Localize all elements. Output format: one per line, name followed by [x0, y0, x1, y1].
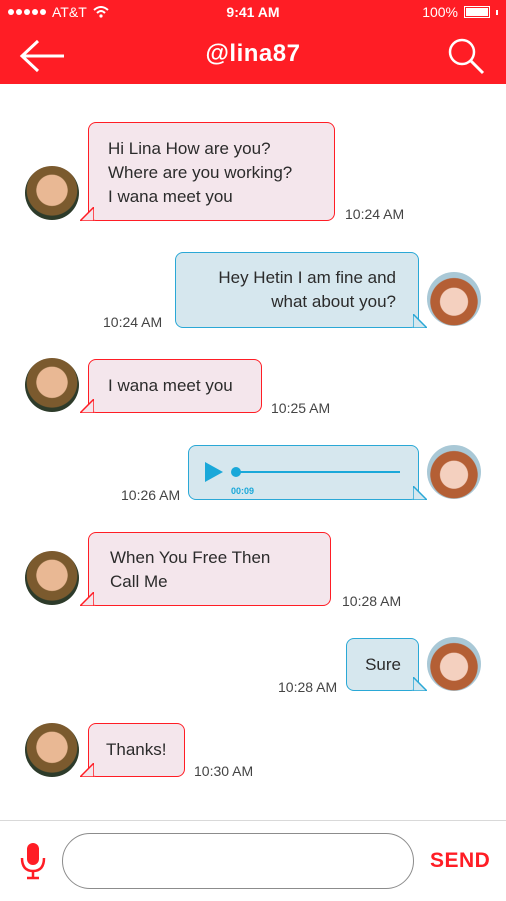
message-text: I wana meet you: [108, 187, 233, 206]
message-text: I wana meet you: [108, 376, 233, 395]
message-bubble-outgoing[interactable]: Hey Hetin I am fine and what about you?: [175, 252, 427, 328]
message-time: 10:30 AM: [194, 763, 254, 779]
message-time: 10:28 AM: [278, 679, 338, 695]
message-text: Call Me: [110, 572, 168, 591]
chat-thread: Hi Lina How are you? Where are you worki…: [0, 84, 506, 820]
voice-duration: 00:09: [231, 486, 255, 496]
bubble-tail: [80, 207, 94, 221]
message-time: 10:25 AM: [271, 400, 331, 416]
avatar-lina[interactable]: [427, 637, 481, 691]
voice-progress-knob[interactable]: [231, 467, 241, 477]
avatar-hetin[interactable]: [25, 551, 79, 605]
message-bubble-outgoing[interactable]: Sure: [346, 638, 427, 691]
message-time: 10:26 AM: [121, 487, 181, 503]
message-input[interactable]: [62, 833, 414, 889]
avatar-lina[interactable]: [427, 272, 481, 326]
message-bubble-incoming[interactable]: When You Free Then Call Me: [80, 532, 331, 606]
message-text: Hey Hetin I am fine and: [218, 268, 396, 287]
search-icon[interactable]: [446, 36, 486, 76]
message-bubble-incoming[interactable]: Thanks!: [80, 723, 185, 777]
message-time: 10:24 AM: [345, 206, 405, 222]
battery-tip: [496, 9, 498, 15]
battery-percent: 100%: [422, 4, 458, 20]
app-header: AT&T 9:41 AM 100% @lina87: [0, 0, 506, 84]
page-title: @lina87: [205, 40, 301, 67]
bubble-tail: [413, 677, 427, 691]
battery-icon: [464, 6, 490, 18]
message-text: Thanks!: [106, 740, 167, 759]
message-bubble-incoming[interactable]: I wana meet you: [80, 359, 262, 413]
voice-message-bubble[interactable]: 00:09: [188, 445, 427, 500]
bubble-tail: [80, 592, 94, 606]
microphone-icon[interactable]: [20, 841, 46, 881]
bubble-tail: [80, 399, 94, 413]
message-text: what about you?: [271, 292, 396, 311]
voice-progress-track[interactable]: [235, 471, 400, 473]
status-right: 100%: [422, 4, 498, 20]
message-text: When You Free Then: [110, 548, 271, 567]
message-time: 10:28 AM: [342, 593, 402, 609]
status-bar: AT&T 9:41 AM 100%: [0, 0, 506, 24]
avatar-hetin[interactable]: [25, 358, 79, 412]
avatar-hetin[interactable]: [25, 723, 79, 777]
bubble-tail: [413, 314, 427, 328]
bubble-tail: [413, 486, 427, 500]
play-icon[interactable]: [205, 462, 223, 482]
message-text: Where are you working?: [108, 163, 293, 182]
message-composer: SEND: [0, 820, 506, 901]
bubble-tail: [80, 763, 94, 777]
message-bubble-incoming[interactable]: Hi Lina How are you? Where are you worki…: [80, 122, 335, 221]
message-text: Hi Lina How are you?: [108, 139, 271, 158]
avatar-lina[interactable]: [427, 445, 481, 499]
send-button[interactable]: SEND: [430, 849, 490, 873]
message-time: 10:24 AM: [103, 314, 163, 330]
message-text: Sure: [365, 655, 401, 674]
avatar-hetin[interactable]: [25, 166, 79, 220]
